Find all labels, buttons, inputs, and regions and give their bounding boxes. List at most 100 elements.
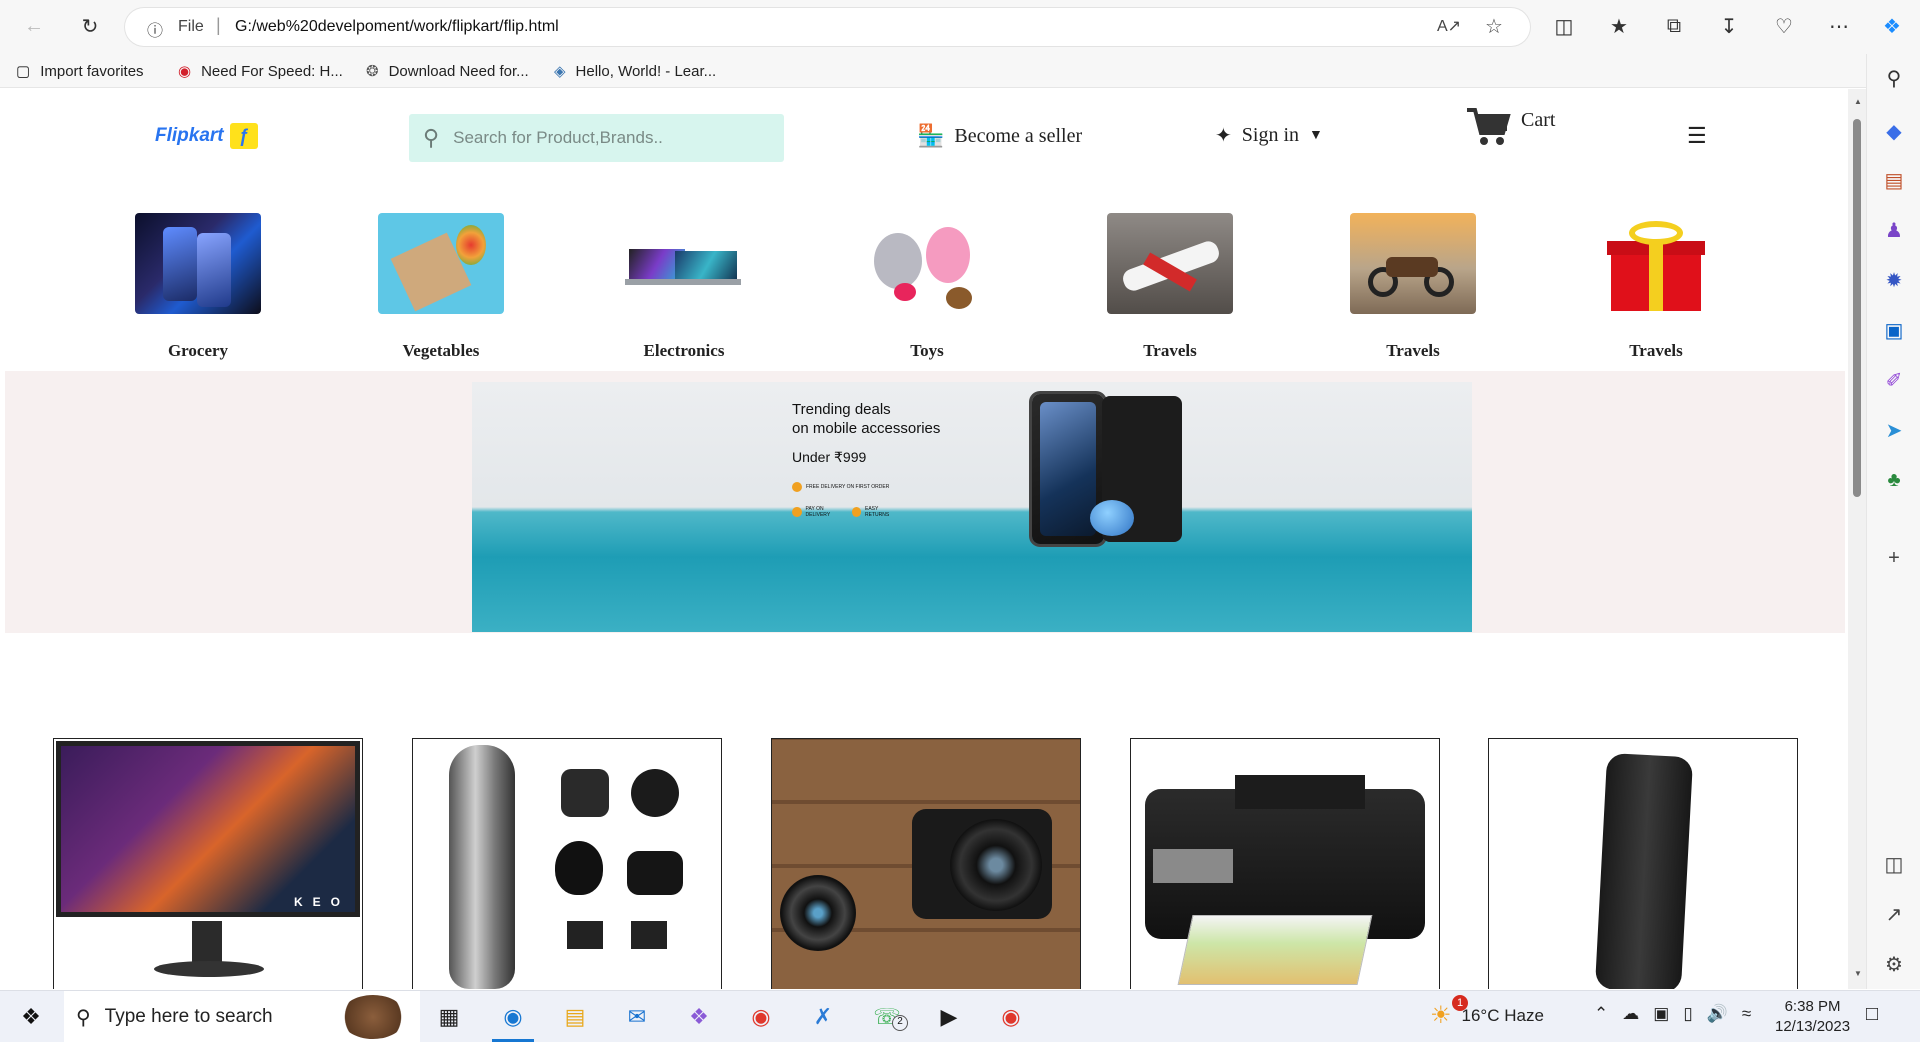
designer-icon[interactable]: ✐: [1880, 366, 1908, 394]
vscode-app-icon[interactable]: ✗: [806, 1001, 840, 1033]
weather-widget[interactable]: ☀ 16°C Haze: [1430, 1001, 1544, 1030]
notifications-icon[interactable]: □: [1866, 1003, 1878, 1026]
category-strip: Grocery Vegetables Electronics Toys Trav…: [18, 181, 1834, 370]
monitor-screen-text: KEO: [294, 895, 351, 909]
copilot-icon[interactable]: ❖: [1878, 12, 1906, 40]
windows-taskbar: ❖ ⚲ Type here to search ▦ ◉ ▤ ✉ ❖ ◉ ✗ ☏ 2…: [0, 990, 1920, 1043]
favorite-label: Import favorites: [40, 62, 144, 80]
signin-dropdown[interactable]: ✦ Sign in ▼: [1215, 123, 1323, 148]
menu-list-icon[interactable]: ☰: [1687, 123, 1707, 149]
weather-badge: 1: [1452, 995, 1468, 1011]
onedrive-icon[interactable]: ☁: [1622, 1004, 1639, 1024]
flipkart-logo[interactable]: Flipkart ƒ: [155, 123, 258, 149]
volume-icon[interactable]: 🔊: [1707, 1004, 1728, 1024]
phone-image: [135, 213, 261, 314]
sidebar-toggle-icon[interactable]: ◫: [1880, 850, 1908, 878]
split-screen-icon[interactable]: ◫: [1550, 12, 1578, 40]
favorite-nfs[interactable]: ◉ Need For Speed: H...: [178, 54, 343, 88]
product-card-camera[interactable]: [771, 738, 1081, 989]
whatsapp-app-icon[interactable]: ☏ 2: [870, 1001, 908, 1033]
favorites-icon[interactable]: ★: [1605, 12, 1633, 40]
browser-toolbar: ← ↻ ⓘ File | G:/web%20develpoment/work/f…: [0, 0, 1920, 54]
badge-text: EASY RETURNS: [865, 506, 890, 518]
favorite-label: Need For Speed: H...: [201, 62, 343, 80]
promo-banner[interactable]: Trending deals on mobile accessories Und…: [472, 382, 1472, 632]
back-arrow-icon[interactable]: ←: [20, 12, 48, 40]
outlook-icon[interactable]: ▣: [1880, 316, 1908, 344]
external-link-icon[interactable]: ↗: [1880, 900, 1908, 928]
read-aloud-icon[interactable]: A↗: [1437, 16, 1461, 36]
clock[interactable]: 6:38 PM 12/13/2023: [1775, 997, 1850, 1037]
chrome-app-icon[interactable]: ◉: [744, 1001, 778, 1033]
attachment-image: [555, 841, 603, 895]
category-grocery[interactable]: Grocery: [118, 213, 278, 361]
chevron-up-icon[interactable]: ⌃: [1594, 1004, 1608, 1024]
edge-app-icon[interactable]: ◉: [496, 1001, 530, 1033]
seller-label: Become a seller: [954, 124, 1083, 147]
favorites-bar: ▢ Import favorites ◉ Need For Speed: H..…: [0, 54, 1920, 88]
mail-app-icon[interactable]: ✉: [620, 1001, 654, 1033]
copilot-app-icon[interactable]: ❖: [682, 1001, 716, 1033]
battery-icon[interactable]: ▯: [1683, 1004, 1692, 1024]
attachment-image: [561, 769, 609, 817]
banner-line1: Trending deals: [792, 401, 891, 418]
search-input[interactable]: ⚲ Search for Product,Brands..: [409, 114, 784, 162]
product-card-monitor[interactable]: KEO: [53, 738, 363, 989]
task-view-icon[interactable]: ▦: [432, 1001, 466, 1033]
scroll-down-icon[interactable]: ▼: [1854, 969, 1862, 978]
favorite-import[interactable]: ▢ Import favorites: [16, 54, 144, 88]
games-icon[interactable]: ♟: [1880, 216, 1908, 244]
drop-icon[interactable]: ➤: [1880, 416, 1908, 444]
scrollbar-thumb[interactable]: [1853, 119, 1861, 497]
search-icon[interactable]: ⚲: [1880, 64, 1908, 92]
collections-icon[interactable]: ⧉: [1660, 12, 1688, 40]
microsoft365-icon[interactable]: ✹: [1880, 266, 1908, 294]
laptops-image: [621, 213, 747, 314]
address-url[interactable]: G:/web%20develpoment/work/flipkart/flip.…: [235, 18, 559, 36]
category-vegetables[interactable]: Vegetables: [361, 213, 521, 361]
add-icon[interactable]: +: [1880, 544, 1908, 572]
taskbar-search[interactable]: ⚲ Type here to search: [64, 991, 420, 1043]
windows-start-icon[interactable]: ❖: [14, 1001, 48, 1033]
become-seller-link[interactable]: 🏪 Become a seller: [917, 123, 1082, 149]
shopping-tag-icon[interactable]: ◆: [1880, 117, 1908, 145]
tools-icon[interactable]: ▤: [1880, 166, 1908, 194]
info-icon[interactable]: ⓘ: [147, 17, 163, 41]
more-menu-icon[interactable]: ⋯: [1825, 12, 1853, 40]
signin-label: Sign in: [1241, 124, 1300, 146]
category-travels-gift[interactable]: Travels: [1576, 213, 1736, 361]
search-highlight-image: [340, 995, 406, 1039]
refresh-icon[interactable]: ↻: [76, 12, 104, 40]
badge-text: FREE DELIVERY ON FIRST ORDER: [806, 484, 890, 490]
product-card-power-bank[interactable]: [1488, 738, 1798, 989]
category-travels-flight[interactable]: Travels: [1090, 213, 1250, 361]
spare-lens-image: [780, 875, 856, 951]
category-travels-bike[interactable]: Travels: [1333, 213, 1493, 361]
category-electronics[interactable]: Electronics: [604, 213, 764, 361]
browser-essentials-icon[interactable]: ♡: [1770, 12, 1798, 40]
address-bar[interactable]: ⓘ File | G:/web%20develpoment/work/flipk…: [125, 8, 1530, 46]
weather-text: 16°C Haze: [1461, 1005, 1544, 1025]
scroll-up-icon[interactable]: ▲: [1854, 97, 1862, 106]
favorite-star-icon[interactable]: ☆: [1485, 14, 1503, 39]
wifi-icon[interactable]: ≈: [1742, 1004, 1751, 1024]
search-placeholder: Search for Product,Brands..: [453, 128, 663, 147]
cart-link[interactable]: Cart: [1465, 107, 1555, 147]
security-icon[interactable]: ▣: [1653, 1004, 1669, 1024]
camera-lens-image: [950, 819, 1042, 911]
settings-gear-icon[interactable]: ⚙: [1880, 950, 1908, 978]
product-card-trimmer[interactable]: [412, 738, 722, 989]
printer-scanner-lid: [1235, 775, 1365, 809]
favorite-download-nfs[interactable]: ❂ Download Need for...: [366, 54, 529, 88]
page-scrollbar[interactable]: ▲ ▼: [1848, 89, 1866, 989]
category-toys[interactable]: Toys: [847, 213, 1007, 361]
favorite-python[interactable]: ◈ Hello, World! - Lear...: [554, 54, 716, 88]
caret-down-icon: ▼: [1309, 127, 1323, 143]
file-explorer-icon[interactable]: ▤: [558, 1001, 592, 1033]
media-player-icon[interactable]: ▶: [932, 1001, 966, 1033]
delivery-badge-icon: [792, 482, 802, 492]
tree-icon[interactable]: ♣: [1880, 466, 1908, 494]
downloads-icon[interactable]: ↧: [1715, 12, 1743, 40]
chrome-profile-icon[interactable]: ◉: [994, 1001, 1028, 1033]
product-card-printer[interactable]: [1130, 738, 1440, 989]
